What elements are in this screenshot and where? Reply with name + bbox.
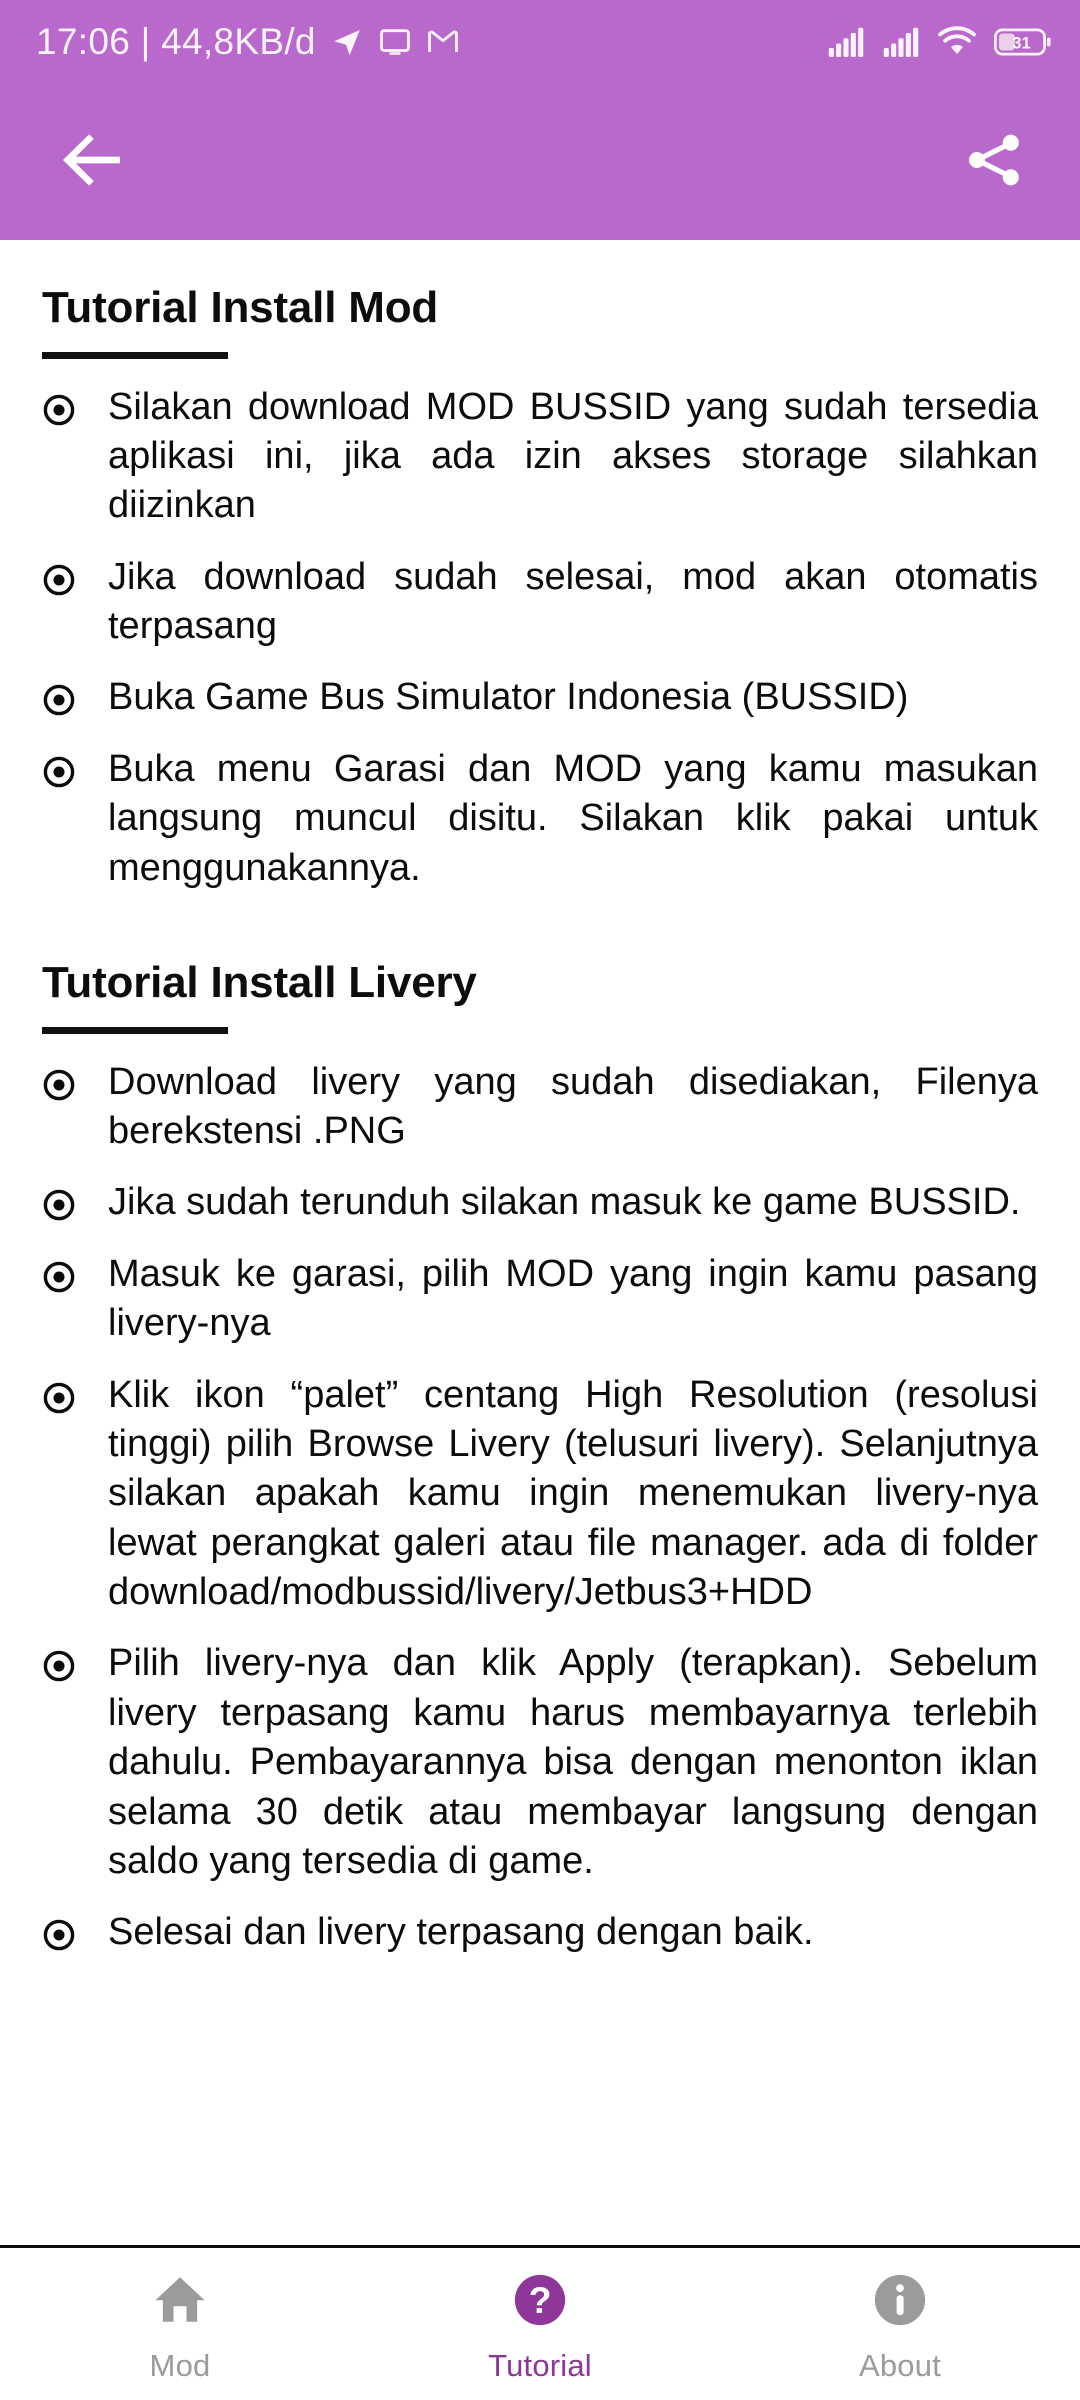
- signal-bars-sim1-icon: [827, 27, 865, 57]
- share-button[interactable]: [952, 120, 1036, 204]
- bullet-target-icon: [42, 1178, 86, 1222]
- list-item-text: Download livery yang sudah disediakan, F…: [108, 1060, 1038, 1152]
- list-item-text: Jika download sudah selesai, mod akan ot…: [108, 555, 1038, 648]
- list-item-text: Buka menu Garasi dan MOD yang kamu masuk…: [108, 747, 1038, 889]
- bullet-target-icon: [42, 383, 86, 427]
- bullet-target-icon: [42, 1908, 86, 1952]
- bottom-navigation-bar: Mod ? Tutorial About: [0, 2248, 1080, 2400]
- nav-item-about[interactable]: About: [720, 2248, 1080, 2400]
- list-item: Jika sudah terunduh silakan masuk ke gam…: [42, 1178, 1038, 1227]
- section-title: Tutorial Install Livery: [42, 958, 477, 1008]
- svg-text:?: ?: [529, 2279, 552, 2321]
- bullet-target-icon: [42, 1250, 86, 1294]
- battery-level-text: 31: [1012, 34, 1031, 53]
- list-item-text: Jika sudah terunduh silakan masuk ke gam…: [108, 1181, 1021, 1224]
- tutorial-content: Tutorial Install Mod Silakan download MO…: [0, 240, 1080, 2245]
- list-item: Pilih livery-nya dan klik Apply (terapka…: [42, 1639, 1038, 1886]
- bullet-target-icon: [42, 745, 86, 789]
- nav-item-mod[interactable]: Mod: [0, 2248, 360, 2400]
- info-circle-icon: [871, 2271, 929, 2334]
- list-item-text: Klik ikon “palet” centang High Resolutio…: [108, 1373, 1038, 1614]
- list-item: Masuk ke garasi, pilih MOD yang ingin ka…: [42, 1250, 1038, 1349]
- share-icon: [963, 129, 1025, 196]
- bullet-target-icon: [42, 673, 86, 717]
- bullet-target-icon: [42, 1058, 86, 1102]
- bullet-target-icon: [42, 553, 86, 597]
- bullet-list: Download livery yang sudah disediakan, F…: [42, 1058, 1038, 1958]
- nav-label-about: About: [858, 2347, 941, 2383]
- section-tutorial-install-livery: Tutorial Install Livery Download livery …: [42, 959, 1038, 1958]
- cast-screen-icon: [378, 25, 412, 59]
- list-item: Buka menu Garasi dan MOD yang kamu masuk…: [42, 745, 1038, 893]
- nav-label-tutorial: Tutorial: [488, 2347, 592, 2383]
- app-screen: 17:06 | 44,8KB/d 31 Tutorial Install Mod…: [0, 0, 1080, 2400]
- status-bar-right: 31: [827, 26, 1052, 58]
- gmail-icon: [426, 25, 460, 59]
- list-item: Buka Game Bus Simulator Indonesia (BUSSI…: [42, 673, 1038, 722]
- list-item: Silakan download MOD BUSSID yang sudah t…: [42, 383, 1038, 531]
- back-arrow-icon: [56, 122, 132, 203]
- app-bar: [0, 84, 1080, 240]
- bullet-target-icon: [42, 1371, 86, 1415]
- list-item: Klik ikon “palet” centang High Resolutio…: [42, 1371, 1038, 1618]
- nav-item-tutorial[interactable]: ? Tutorial: [360, 2248, 720, 2400]
- list-item-text: Silakan download MOD BUSSID yang sudah t…: [108, 385, 1038, 527]
- status-bar-left: 17:06 | 44,8KB/d: [36, 21, 460, 63]
- bullet-list: Silakan download MOD BUSSID yang sudah t…: [42, 383, 1038, 894]
- battery-icon: 31: [994, 27, 1052, 57]
- section-underline: [42, 351, 228, 359]
- nav-label-mod: Mod: [149, 2347, 211, 2383]
- back-button[interactable]: [52, 120, 136, 204]
- list-item: Jika download sudah selesai, mod akan ot…: [42, 553, 1038, 652]
- list-item-text: Masuk ke garasi, pilih MOD yang ingin ka…: [108, 1252, 1038, 1345]
- help-circle-icon: ?: [511, 2271, 569, 2334]
- section-underline: [42, 1026, 228, 1034]
- list-item-text: Selesai dan livery terpasang dengan baik…: [108, 1911, 814, 1954]
- list-item: Selesai dan livery terpasang dengan baik…: [42, 1908, 1038, 1957]
- list-item: Download livery yang sudah disediakan, F…: [42, 1058, 1038, 1157]
- section-title: Tutorial Install Mod: [42, 283, 439, 332]
- home-icon: [151, 2271, 209, 2334]
- list-item-text: Buka Game Bus Simulator Indonesia (BUSSI…: [108, 676, 909, 719]
- section-tutorial-install-mod: Tutorial Install Mod Silakan download MO…: [42, 284, 1038, 893]
- status-bar: 17:06 | 44,8KB/d 31: [0, 0, 1080, 84]
- status-clock-and-network-speed: 17:06 | 44,8KB/d: [36, 21, 316, 62]
- bullet-target-icon: [42, 1639, 86, 1683]
- wifi-icon: [937, 26, 977, 58]
- list-item-text: Pilih livery-nya dan klik Apply (terapka…: [108, 1642, 1038, 1883]
- telegram-icon: [330, 25, 364, 59]
- signal-bars-sim2-icon: [882, 27, 920, 57]
